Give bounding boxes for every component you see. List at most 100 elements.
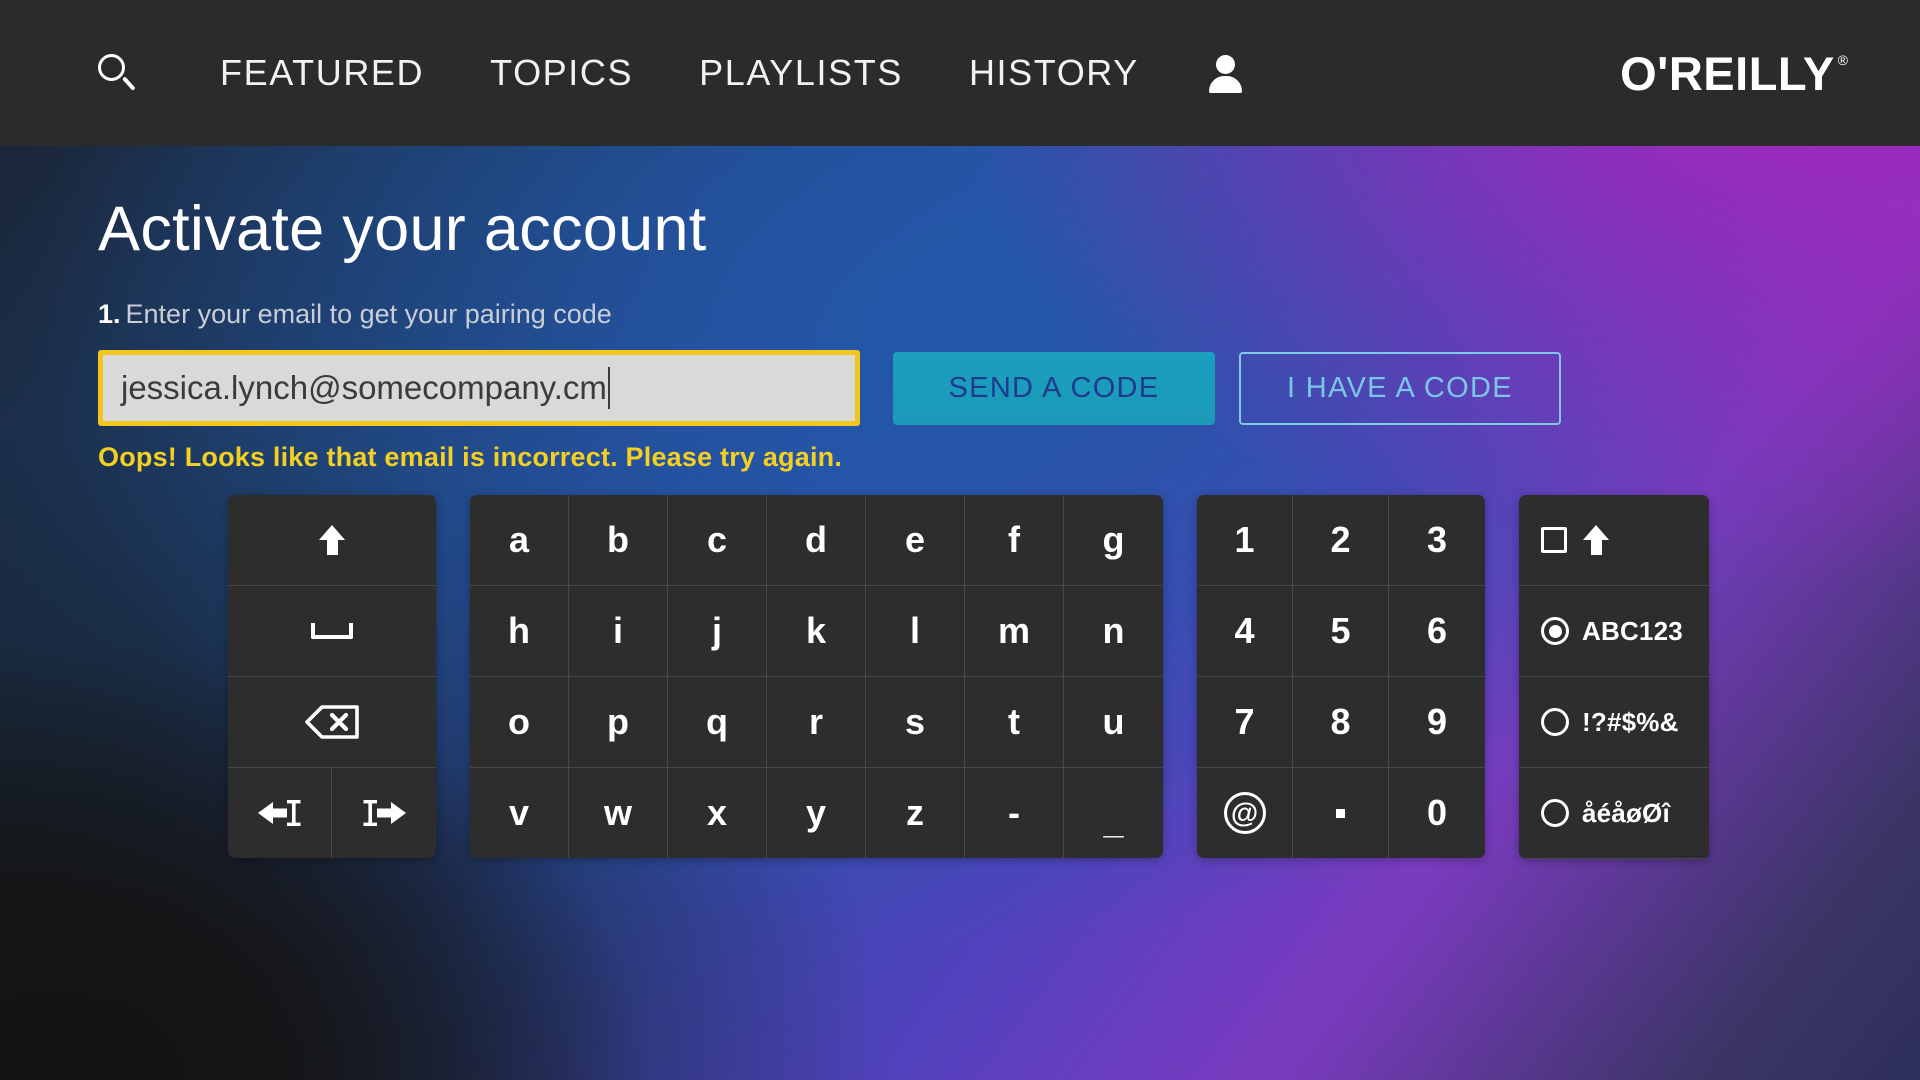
keyboard-row: ABC123 xyxy=(1519,586,1709,677)
shift-up-arrow-icon xyxy=(319,525,345,555)
nav-item-featured[interactable]: FEATURED xyxy=(220,52,424,94)
key-j[interactable]: j xyxy=(668,586,767,676)
key-8[interactable]: 8 xyxy=(1293,677,1389,767)
person-icon[interactable] xyxy=(1205,52,1247,94)
key-l[interactable]: l xyxy=(866,586,965,676)
key-r[interactable]: r xyxy=(767,677,866,767)
mode-caps-toggle[interactable] xyxy=(1519,495,1709,585)
step-instruction: 1. Enter your email to get your pairing c… xyxy=(98,299,1920,330)
key-a[interactable]: a xyxy=(470,495,569,585)
keyboard-row: a b c d e f g xyxy=(470,495,1163,586)
search-icon-ring xyxy=(98,54,125,81)
nav-item-playlists[interactable]: PLAYLISTS xyxy=(699,52,903,94)
key-y[interactable]: y xyxy=(767,768,866,858)
key-9[interactable]: 9 xyxy=(1389,677,1485,767)
keyboard-letters-panel: a b c d e f g h i j k l m n o p q r s t … xyxy=(470,495,1163,858)
key-1[interactable]: 1 xyxy=(1197,495,1293,585)
key-w[interactable]: w xyxy=(569,768,668,858)
radio-selected-icon xyxy=(1541,617,1569,645)
key-period[interactable] xyxy=(1293,768,1389,858)
key-backspace[interactable] xyxy=(228,677,436,767)
key-0[interactable]: 0 xyxy=(1389,768,1485,858)
keyboard-row xyxy=(228,495,436,586)
i-have-a-code-button[interactable]: I HAVE A CODE xyxy=(1239,351,1561,425)
key-c[interactable]: c xyxy=(668,495,767,585)
key-7[interactable]: 7 xyxy=(1197,677,1293,767)
key-shift[interactable] xyxy=(228,495,436,585)
mode-symbols[interactable]: !?#$%& xyxy=(1519,677,1709,767)
key-3[interactable]: 3 xyxy=(1389,495,1485,585)
radio-icon xyxy=(1541,708,1569,736)
key-e[interactable]: e xyxy=(866,495,965,585)
email-input-value: jessica.lynch@somecompany.cm xyxy=(121,369,607,406)
key-at[interactable]: @ xyxy=(1197,768,1293,858)
registered-mark: ® xyxy=(1837,51,1848,68)
nav-item-history[interactable]: HISTORY xyxy=(969,52,1139,94)
search-icon-handle xyxy=(122,76,136,91)
key-d[interactable]: d xyxy=(767,495,866,585)
key-u[interactable]: u xyxy=(1064,677,1163,767)
cursor-right-icon xyxy=(358,796,410,830)
key-g[interactable]: g xyxy=(1064,495,1163,585)
key-s[interactable]: s xyxy=(866,677,965,767)
top-navigation-bar: FEATURED TOPICS PLAYLISTS HISTORY O'REIL… xyxy=(0,0,1920,146)
key-hyphen[interactable]: - xyxy=(965,768,1064,858)
email-error-message: Oops! Looks like that email is incorrect… xyxy=(98,442,843,472)
mode-abc123-label: ABC123 xyxy=(1582,615,1683,646)
keyboard-numbers-panel: 1 2 3 4 5 6 7 8 9 @ 0 xyxy=(1197,495,1485,858)
key-6[interactable]: 6 xyxy=(1389,586,1485,676)
backspace-icon xyxy=(304,704,360,740)
period-icon xyxy=(1336,808,1345,818)
key-h[interactable]: h xyxy=(470,586,569,676)
key-cursor-right[interactable] xyxy=(332,768,436,858)
key-x[interactable]: x xyxy=(668,768,767,858)
checkbox-icon xyxy=(1541,527,1567,553)
radio-icon xyxy=(1541,799,1569,827)
text-caret xyxy=(607,367,611,409)
keyboard-row: o p q r s t u xyxy=(470,677,1163,768)
keyboard-row xyxy=(228,586,436,677)
mode-abc123[interactable]: ABC123 xyxy=(1519,586,1709,676)
key-z[interactable]: z xyxy=(866,768,965,858)
key-t[interactable]: t xyxy=(965,677,1064,767)
key-o[interactable]: o xyxy=(470,677,569,767)
mode-accented-label: åéåøØî xyxy=(1582,797,1670,828)
keyboard-row: v w x y z - _ xyxy=(470,768,1163,858)
mode-accented[interactable]: åéåøØî xyxy=(1519,768,1709,858)
key-2[interactable]: 2 xyxy=(1293,495,1389,585)
key-cursor-left[interactable] xyxy=(228,768,332,858)
keyboard-control-panel xyxy=(228,495,436,858)
at-sign-icon: @ xyxy=(1223,792,1266,834)
oreilly-logo[interactable]: O'REILLY ® xyxy=(1620,50,1920,97)
shift-up-arrow-icon xyxy=(1583,525,1609,555)
key-5[interactable]: 5 xyxy=(1293,586,1389,676)
key-n[interactable]: n xyxy=(1064,586,1163,676)
space-bar-icon xyxy=(311,623,353,639)
key-underscore[interactable]: _ xyxy=(1064,768,1163,858)
key-k[interactable]: k xyxy=(767,586,866,676)
nav-left-group: FEATURED TOPICS PLAYLISTS HISTORY xyxy=(0,52,1247,94)
key-i[interactable]: i xyxy=(569,586,668,676)
send-a-code-button[interactable]: SEND A CODE xyxy=(893,351,1215,425)
key-space[interactable] xyxy=(228,586,436,676)
email-input[interactable]: jessica.lynch@somecompany.cm xyxy=(98,350,860,426)
step-text: Enter your email to get your pairing cod… xyxy=(125,299,612,329)
key-b[interactable]: b xyxy=(569,495,668,585)
keyboard-row: !?#$%& xyxy=(1519,677,1709,768)
onscreen-keyboard: a b c d e f g h i j k l m n o p q r s t … xyxy=(228,495,1920,859)
page-title: Activate your account xyxy=(98,194,707,264)
person-icon-head xyxy=(1215,55,1235,74)
key-p[interactable]: p xyxy=(569,677,668,767)
key-f[interactable]: f xyxy=(965,495,1064,585)
person-icon-body xyxy=(1208,76,1242,93)
key-q[interactable]: q xyxy=(668,677,767,767)
nav-item-topics[interactable]: TOPICS xyxy=(490,52,633,94)
oreilly-logo-text: O'REILLY xyxy=(1620,46,1835,100)
cursor-left-icon xyxy=(254,796,306,830)
mode-symbols-label: !?#$%& xyxy=(1582,706,1679,737)
key-v[interactable]: v xyxy=(470,768,569,858)
keyboard-row: 4 5 6 xyxy=(1197,586,1485,677)
key-4[interactable]: 4 xyxy=(1197,586,1293,676)
key-m[interactable]: m xyxy=(965,586,1064,676)
search-icon[interactable] xyxy=(96,52,138,94)
